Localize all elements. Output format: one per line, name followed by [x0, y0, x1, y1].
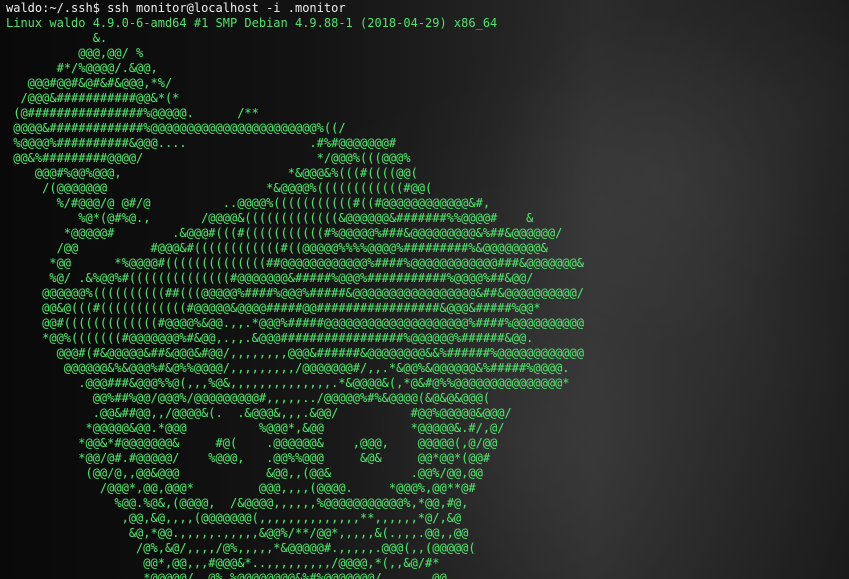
- command-line: waldo:~/.ssh$ ssh monitor@localhost -i .…: [6, 1, 346, 15]
- ascii-art-banner: &. @@@,@@/ % #*/%@@@@/.&@@, @@@#@@#&@#&#…: [13, 31, 584, 579]
- system-info-line: Linux waldo 4.9.0-6-amd64 #1 SMP Debian …: [6, 16, 498, 30]
- terminal-window: waldo:~/.ssh$ ssh monitor@localhost -i .…: [0, 0, 849, 579]
